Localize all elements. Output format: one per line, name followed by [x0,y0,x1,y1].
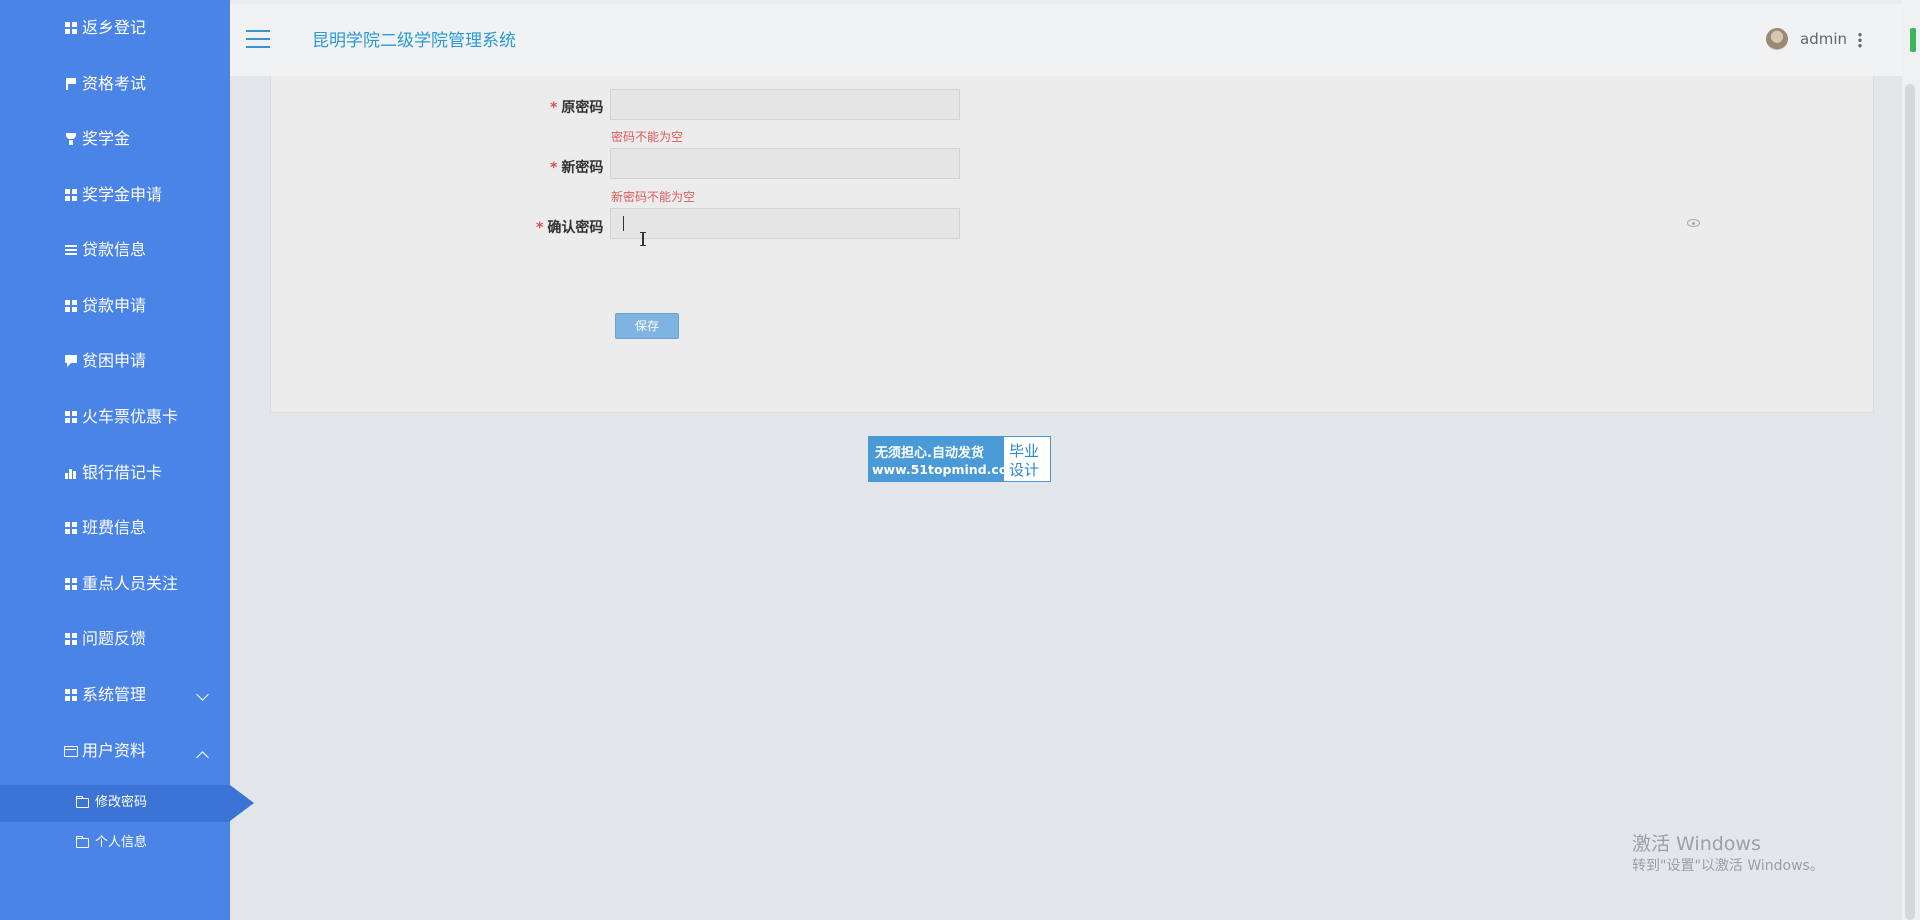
required-mark: * [550,100,558,116]
scroll-indicator [1910,28,1916,52]
sidebar-item-feedback[interactable]: 问题反馈 [64,624,146,654]
text-cursor-icon [640,232,646,246]
sidebar-item-label: 贷款申请 [82,296,147,315]
save-button[interactable]: 保存 [615,313,679,339]
trophy-icon [64,132,78,146]
comment-icon [64,354,78,368]
grid-icon [64,521,78,535]
sidebar-item-label: 奖学金申请 [82,185,163,204]
sidebar-item-scholarship[interactable]: 奖学金 [64,124,130,154]
sidebar-item-label: 用户资料 [82,741,147,760]
required-mark: * [536,220,544,236]
folder-icon [76,796,89,808]
header: 昆明学院二级学院管理系统 admin [230,4,1920,77]
sidebar-item-loan-info[interactable]: 贷款信息 [64,235,146,265]
sidebar-item-label: 贷款信息 [82,240,147,259]
sidebar-item-label: 重点人员关注 [82,574,179,593]
sidebar-item-label: 班费信息 [82,518,147,537]
sidebar-item-poverty-apply[interactable]: 贫困申请 [64,346,146,376]
sidebar-item-label: 系统管理 [82,685,147,704]
confirm-password-input[interactable] [610,208,960,239]
sidebar-item-loan-apply[interactable]: 贷款申请 [64,291,146,321]
sidebar-item-system-admin[interactable]: 系统管理 [64,680,146,710]
sidebar-subitem-label: 修改密码 [95,795,148,810]
sidebar-subitem-label: 个人信息 [95,835,148,850]
required-mark: * [550,160,558,176]
sidebar-item-user-profile[interactable]: 用户资料 [64,736,146,766]
promo-badge[interactable]: 无须担心.自动发货 www.51topmind.com 毕业 设计 [868,436,1051,482]
password-form-panel [270,76,1874,413]
active-item-pointer [230,785,254,821]
sidebar-item-label: 问题反馈 [82,629,147,648]
more-options-icon[interactable] [1858,32,1862,48]
sidebar-item-label: 奖学金 [82,129,131,148]
sidebar: 返乡登记 资格考试 奖学金 奖学金申请 贷款信息 贷款申请 贫困申请 火车票优惠… [0,0,230,920]
badge-tagline: 无须担心.自动发货 [875,446,984,461]
sidebar-item-label: 资格考试 [82,74,147,93]
activation-watermark-title: 激活 Windows [1632,833,1761,855]
sidebar-item-class-fee[interactable]: 班费信息 [64,513,146,543]
new-password-input[interactable] [610,148,960,179]
avatar[interactable] [1766,28,1788,50]
new-password-label: * 新密码 [550,160,604,176]
sidebar-item-qualification-exam[interactable]: 资格考试 [64,69,146,99]
folder-icon [76,836,89,848]
badge-right-line2: 设计 [1009,461,1040,479]
username[interactable]: admin [1800,30,1847,48]
grid-icon [64,299,78,313]
grid-icon [64,577,78,591]
old-password-error: 密码不能为空 [611,130,684,144]
sidebar-subitem-personal-info[interactable]: 个人信息 [76,833,147,853]
sidebar-item-return-home[interactable]: 返乡登记 [64,13,146,43]
grid-icon [64,688,78,702]
grid-icon [64,21,78,35]
sidebar-item-label: 银行借记卡 [82,463,163,482]
scrollbar-thumb[interactable] [1905,84,1915,920]
grid-icon [64,188,78,202]
sidebar-item-label: 火车票优惠卡 [82,407,179,426]
bar-chart-icon [64,466,78,480]
flag-icon [64,77,78,91]
app-title: 昆明学院二级学院管理系统 [312,31,516,51]
chevron-up-icon[interactable] [196,751,209,764]
old-password-input[interactable] [610,89,960,120]
sidebar-subitem-change-password[interactable]: 修改密码 [76,793,147,813]
sidebar-item-train-card[interactable]: 火车票优惠卡 [64,402,178,432]
sidebar-item-debit-card[interactable]: 银行借记卡 [64,458,162,488]
chevron-down-icon[interactable] [196,688,209,701]
eye-icon[interactable] [1687,219,1700,227]
activation-watermark-subtitle: 转到"设置"以激活 Windows。 [1632,858,1824,874]
text-caret [623,216,624,231]
confirm-password-label: * 确认密码 [536,220,604,236]
new-password-error: 新密码不能为空 [611,190,696,204]
list-icon [64,243,78,257]
grid-icon [64,632,78,646]
hamburger-menu-icon[interactable] [246,30,270,48]
old-password-label: * 原密码 [550,100,604,116]
sidebar-item-scholarship-apply[interactable]: 奖学金申请 [64,180,162,210]
sidebar-item-label: 返乡登记 [82,18,147,37]
badge-url: www.51topmind.com [872,462,1021,477]
grid-icon [64,410,78,424]
sidebar-item-key-persons[interactable]: 重点人员关注 [64,569,178,599]
id-card-icon [64,744,78,758]
sidebar-item-label: 贫困申请 [82,351,147,370]
badge-right-line1: 毕业 [1009,442,1040,460]
